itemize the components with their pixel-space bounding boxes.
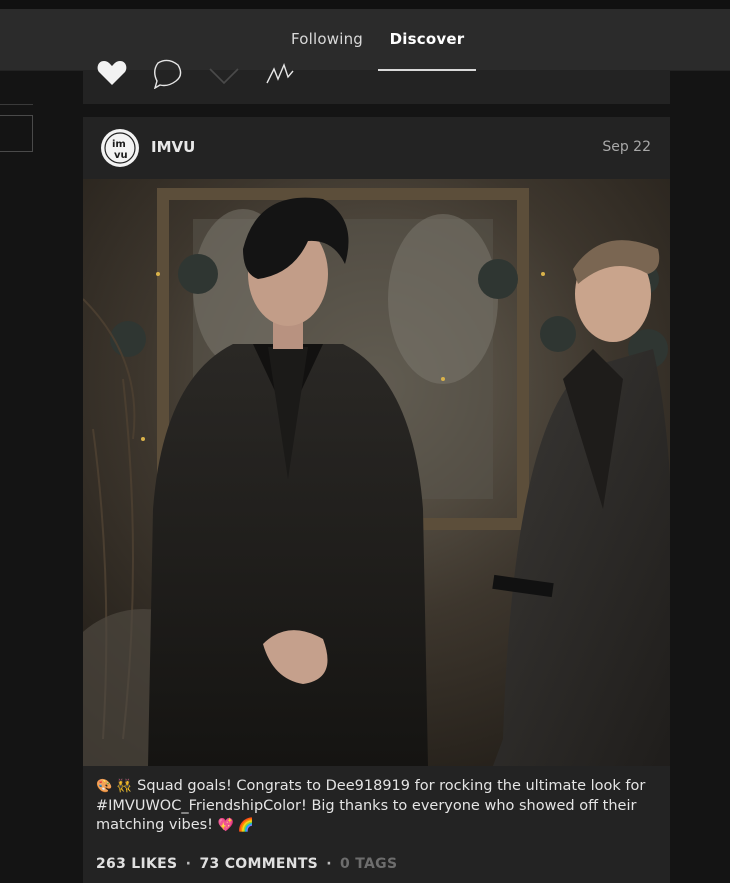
left-sidebar [0, 71, 60, 883]
sidebar-divider [0, 104, 33, 105]
post-caption: 🎨 👯 Squad goals! Congrats to Dee918919 f… [96, 777, 661, 836]
post-date: Sep 22 [602, 139, 651, 155]
tab-discover[interactable]: Discover [378, 9, 476, 71]
tab-following[interactable]: Following [286, 9, 368, 71]
share-button[interactable] [208, 57, 240, 89]
stats-icon [266, 63, 294, 84]
share-icon [209, 68, 239, 85]
sidebar-input-box[interactable] [0, 115, 33, 152]
tags-count[interactable]: 0 TAGS [340, 856, 397, 872]
comment-button[interactable] [152, 57, 184, 90]
window-top-strip [0, 0, 730, 9]
post-stats: 263 LIKES · 73 COMMENTS · 0 TAGS [96, 856, 397, 872]
author-avatar[interactable]: im vu [101, 129, 139, 167]
post-card: im vu IMVU Sep 22 🎨 👯 Squad goals! Congr… [83, 117, 670, 883]
heart-icon [97, 61, 127, 85]
imvu-logo-icon: im vu [102, 130, 138, 166]
like-button[interactable] [96, 57, 128, 89]
previous-post-footer [83, 59, 670, 104]
stats-separator: · [326, 856, 332, 872]
caption-text: Squad goals! Congrats to Dee918919 for r… [96, 778, 646, 833]
caption-emoji-start: 🎨 👯 [96, 779, 133, 794]
post-author[interactable]: IMVU [151, 117, 195, 179]
stats-button[interactable] [264, 57, 296, 89]
svg-text:vu: vu [114, 150, 128, 161]
comment-icon [153, 59, 182, 90]
svg-text:im: im [112, 139, 126, 150]
post-image[interactable] [83, 179, 670, 766]
likes-count[interactable]: 263 LIKES [96, 856, 177, 872]
stats-separator: · [185, 856, 192, 872]
caption-emoji-end: 💖 🌈 [217, 818, 255, 833]
comments-count[interactable]: 73 COMMENTS [199, 856, 318, 872]
post-header: im vu IMVU Sep 22 [83, 117, 670, 179]
post-illustration [83, 179, 670, 766]
